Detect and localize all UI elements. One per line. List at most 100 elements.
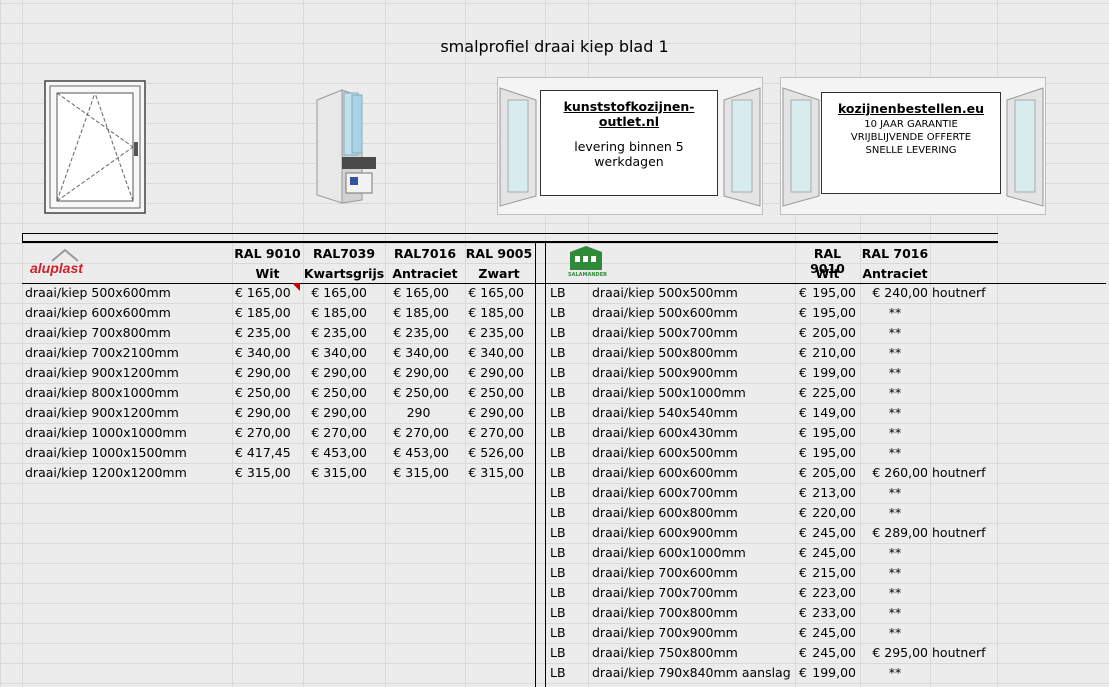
right-row-type: LB — [550, 405, 566, 420]
section-divider — [545, 243, 546, 687]
banner-site: kunststofkozijnen-outlet.nl — [563, 99, 695, 129]
left-row-price: € 235,00 — [235, 325, 291, 340]
right-row-item: draai/kiep 600x900mm — [592, 525, 738, 540]
right-row-currency: € — [799, 565, 807, 580]
right-row-price-wit: 149,00 — [812, 405, 856, 420]
right-row-price-antraciet: ** — [888, 325, 902, 340]
right-row-price-antraciet: € 295,00 — [872, 645, 928, 660]
left-row-price: € 165,00 — [311, 285, 367, 300]
right-row-note — [932, 323, 996, 343]
banner-text-box: kunststofkozijnen-outlet.nl levering bin… — [540, 90, 718, 196]
left-row-item: draai/kiep 900x1200mm — [25, 405, 179, 420]
right-row-currency: € — [799, 585, 807, 600]
right-row-type: LB — [550, 545, 566, 560]
right-row-note — [932, 583, 996, 603]
header-rule — [22, 241, 998, 243]
right-row-item: draai/kiep 600x700mm — [592, 485, 738, 500]
banner-site: kozijnenbestellen.eu — [837, 101, 985, 116]
section-divider — [535, 243, 536, 687]
left-row-price: € 270,00 — [393, 425, 449, 440]
grid-column-line — [385, 0, 386, 687]
right-row-type: LB — [550, 285, 566, 300]
left-row-item: draai/kiep 700x800mm — [25, 325, 171, 340]
right-row-item: draai/kiep 700x900mm — [592, 625, 738, 640]
right-row-note: houtnerf — [932, 525, 986, 540]
left-row-price: € 315,00 — [311, 465, 367, 480]
right-row-price-antraciet: ** — [888, 565, 902, 580]
left-row-price: 290 — [406, 405, 431, 420]
right-row-price-antraciet: ** — [888, 545, 902, 560]
right-row-price-wit: 225,00 — [812, 385, 856, 400]
banner-line: SNELLE LEVERING — [865, 145, 957, 156]
right-row-price-antraciet: ** — [888, 485, 902, 500]
right-row-price-wit: 245,00 — [812, 525, 856, 540]
right-row-price-wit: 233,00 — [812, 605, 856, 620]
col-header-code: RAL 7016 — [861, 246, 929, 261]
right-row-price-wit: 205,00 — [812, 465, 856, 480]
right-row-price-wit: 195,00 — [812, 445, 856, 460]
right-row-price-wit: 210,00 — [812, 345, 856, 360]
right-row-currency: € — [799, 385, 807, 400]
right-row-note — [932, 663, 996, 683]
left-row-item: draai/kiep 1000x1000mm — [25, 425, 187, 440]
col-header-name: Wit — [255, 266, 280, 281]
left-row-price: € 270,00 — [468, 425, 524, 440]
left-row-price: € 290,00 — [468, 405, 524, 420]
right-row-currency: € — [799, 285, 807, 300]
right-row-type: LB — [550, 345, 566, 360]
right-row-note — [932, 503, 996, 523]
right-row-currency: € — [799, 605, 807, 620]
left-row-price: € 340,00 — [468, 345, 524, 360]
brand-name: aluplast — [30, 260, 83, 276]
right-row-currency: € — [799, 445, 807, 460]
left-row-price: € 290,00 — [235, 365, 291, 380]
right-row-price-antraciet: ** — [888, 585, 902, 600]
right-row-currency: € — [799, 645, 807, 660]
right-row-price-antraciet: ** — [888, 405, 902, 420]
right-row-item: draai/kiep 700x800mm — [592, 605, 738, 620]
left-row-price: € 185,00 — [393, 305, 449, 320]
right-row-item: draai/kiep 500x500mm — [592, 285, 738, 300]
right-row-currency: € — [799, 305, 807, 320]
left-row-price: € 235,00 — [393, 325, 449, 340]
left-row-price: € 250,00 — [235, 385, 291, 400]
right-row-item: draai/kiep 600x800mm — [592, 505, 738, 520]
right-row-note — [932, 363, 996, 383]
banner-outlet: kunststofkozijnen-outlet.nl levering bin… — [497, 77, 763, 215]
left-row-price: € 235,00 — [311, 325, 367, 340]
right-row-price-wit: 245,00 — [812, 645, 856, 660]
col-header-name: Antraciet — [862, 266, 928, 281]
right-row-price-antraciet: ** — [888, 425, 902, 440]
left-row-price: € 290,00 — [468, 365, 524, 380]
right-row-type: LB — [550, 325, 566, 340]
header-rule — [22, 233, 998, 234]
right-row-type: LB — [550, 605, 566, 620]
left-row-price: € 340,00 — [235, 345, 291, 360]
right-row-note — [932, 543, 996, 563]
left-row-price: € 185,00 — [311, 305, 367, 320]
right-row-price-antraciet: ** — [888, 345, 902, 360]
left-row-price: € 250,00 — [468, 385, 524, 400]
right-row-price-antraciet: ** — [888, 505, 902, 520]
banner-bestellen: kozijnenbestellen.eu 10 JAAR GARANTIE VR… — [780, 77, 1046, 215]
grid-column-line — [465, 0, 466, 687]
right-row-type: LB — [550, 585, 566, 600]
left-row-item: draai/kiep 900x1200mm — [25, 365, 179, 380]
right-row-price-antraciet: ** — [888, 305, 902, 320]
right-row-item: draai/kiep 700x700mm — [592, 585, 738, 600]
right-row-currency: € — [799, 325, 807, 340]
right-row-note: houtnerf — [932, 645, 986, 660]
right-row-note — [932, 563, 996, 583]
right-row-price-wit: 215,00 — [812, 565, 856, 580]
left-row-price: € 185,00 — [235, 305, 291, 320]
right-row-price-wit: 199,00 — [812, 365, 856, 380]
right-row-price-wit: 195,00 — [812, 425, 856, 440]
window-drawing-icon — [44, 80, 146, 214]
left-row-price: € 250,00 — [311, 385, 367, 400]
profile-section-icon — [316, 89, 376, 204]
left-row-price: € 235,00 — [468, 325, 524, 340]
left-row-item: draai/kiep 600x600mm — [25, 305, 171, 320]
left-row-price: € 290,00 — [393, 365, 449, 380]
header-rule — [22, 233, 23, 243]
left-row-price: € 165,00 — [393, 285, 449, 300]
